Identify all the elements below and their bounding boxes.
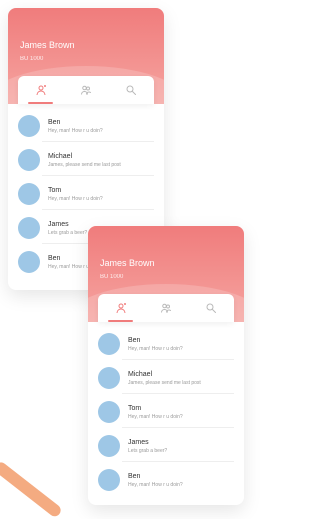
contact-name: Ben	[128, 472, 141, 480]
tab-search[interactable]	[108, 76, 153, 104]
list-item[interactable]: Michael James, please send me last post	[88, 362, 244, 394]
tab-search[interactable]	[188, 294, 233, 322]
avatar	[98, 367, 120, 389]
contact-name: Tom	[128, 404, 142, 412]
list-item[interactable]: James Lets grab a beer?	[88, 430, 244, 462]
avatar	[98, 401, 120, 423]
group-icon	[160, 303, 171, 313]
contact-name: Michael	[128, 370, 153, 378]
tab-bar	[18, 76, 154, 104]
contact-name: Ben	[128, 336, 141, 344]
avatar	[18, 149, 40, 171]
tab-contacts[interactable]	[63, 76, 108, 104]
last-message: James, please send me last post	[48, 161, 121, 168]
contact-name: Ben	[48, 118, 61, 126]
search-icon	[206, 303, 216, 313]
list-item[interactable]: Ben Hey, man! How r u doin?	[88, 464, 244, 496]
contact-name: Michael	[48, 152, 73, 160]
user-status: BU 1000	[100, 274, 124, 280]
last-message: James, please send me last post	[128, 379, 201, 386]
avatar	[18, 183, 40, 205]
avatar	[18, 217, 40, 239]
avatar	[98, 333, 120, 355]
avatar	[18, 251, 40, 273]
user-name: James Brown	[100, 258, 155, 268]
last-message: Hey, man! How r u doin?	[128, 481, 183, 488]
tab-profile[interactable]	[18, 76, 63, 104]
list-item[interactable]: Ben Hey, man! How r u doin?	[88, 328, 244, 360]
last-message: Hey, man! How r u doin?	[48, 195, 103, 202]
tab-profile[interactable]	[98, 294, 143, 322]
tab-bar	[98, 294, 234, 322]
last-message: Hey, man! How r u doin?	[128, 345, 183, 352]
list-item[interactable]: Ben Hey, man! How r u doin?	[8, 110, 164, 142]
contact-name: James	[128, 438, 149, 446]
contact-name: Tom	[48, 186, 62, 194]
decorative-stroke	[0, 460, 64, 519]
user-name: James Brown	[20, 40, 75, 50]
last-message: Hey, man! How r u doin?	[48, 127, 103, 134]
user-icon	[36, 85, 46, 96]
last-message: Lets grab a beer?	[48, 229, 88, 236]
user-icon	[116, 303, 126, 314]
avatar	[98, 469, 120, 491]
last-message: Hey, man! How r u doin?	[128, 413, 183, 420]
group-icon	[80, 85, 91, 95]
search-icon	[126, 85, 136, 95]
list-item[interactable]: Tom Hey, man! How r u doin?	[8, 178, 164, 210]
list-item[interactable]: Michael James, please send me last post	[8, 144, 164, 176]
user-status: BU 1000	[20, 56, 44, 62]
chat-card-front: James Brown BU 1000 Ben Hey, man! How r …	[88, 226, 244, 505]
list-item[interactable]: Tom Hey, man! How r u doin?	[88, 396, 244, 428]
tab-contacts[interactable]	[143, 294, 188, 322]
last-message: Lets grab a beer?	[128, 447, 168, 454]
avatar	[18, 115, 40, 137]
chat-list: Ben Hey, man! How r u doin? Michael Jame…	[88, 328, 244, 496]
avatar	[98, 435, 120, 457]
contact-name: James	[48, 220, 69, 228]
